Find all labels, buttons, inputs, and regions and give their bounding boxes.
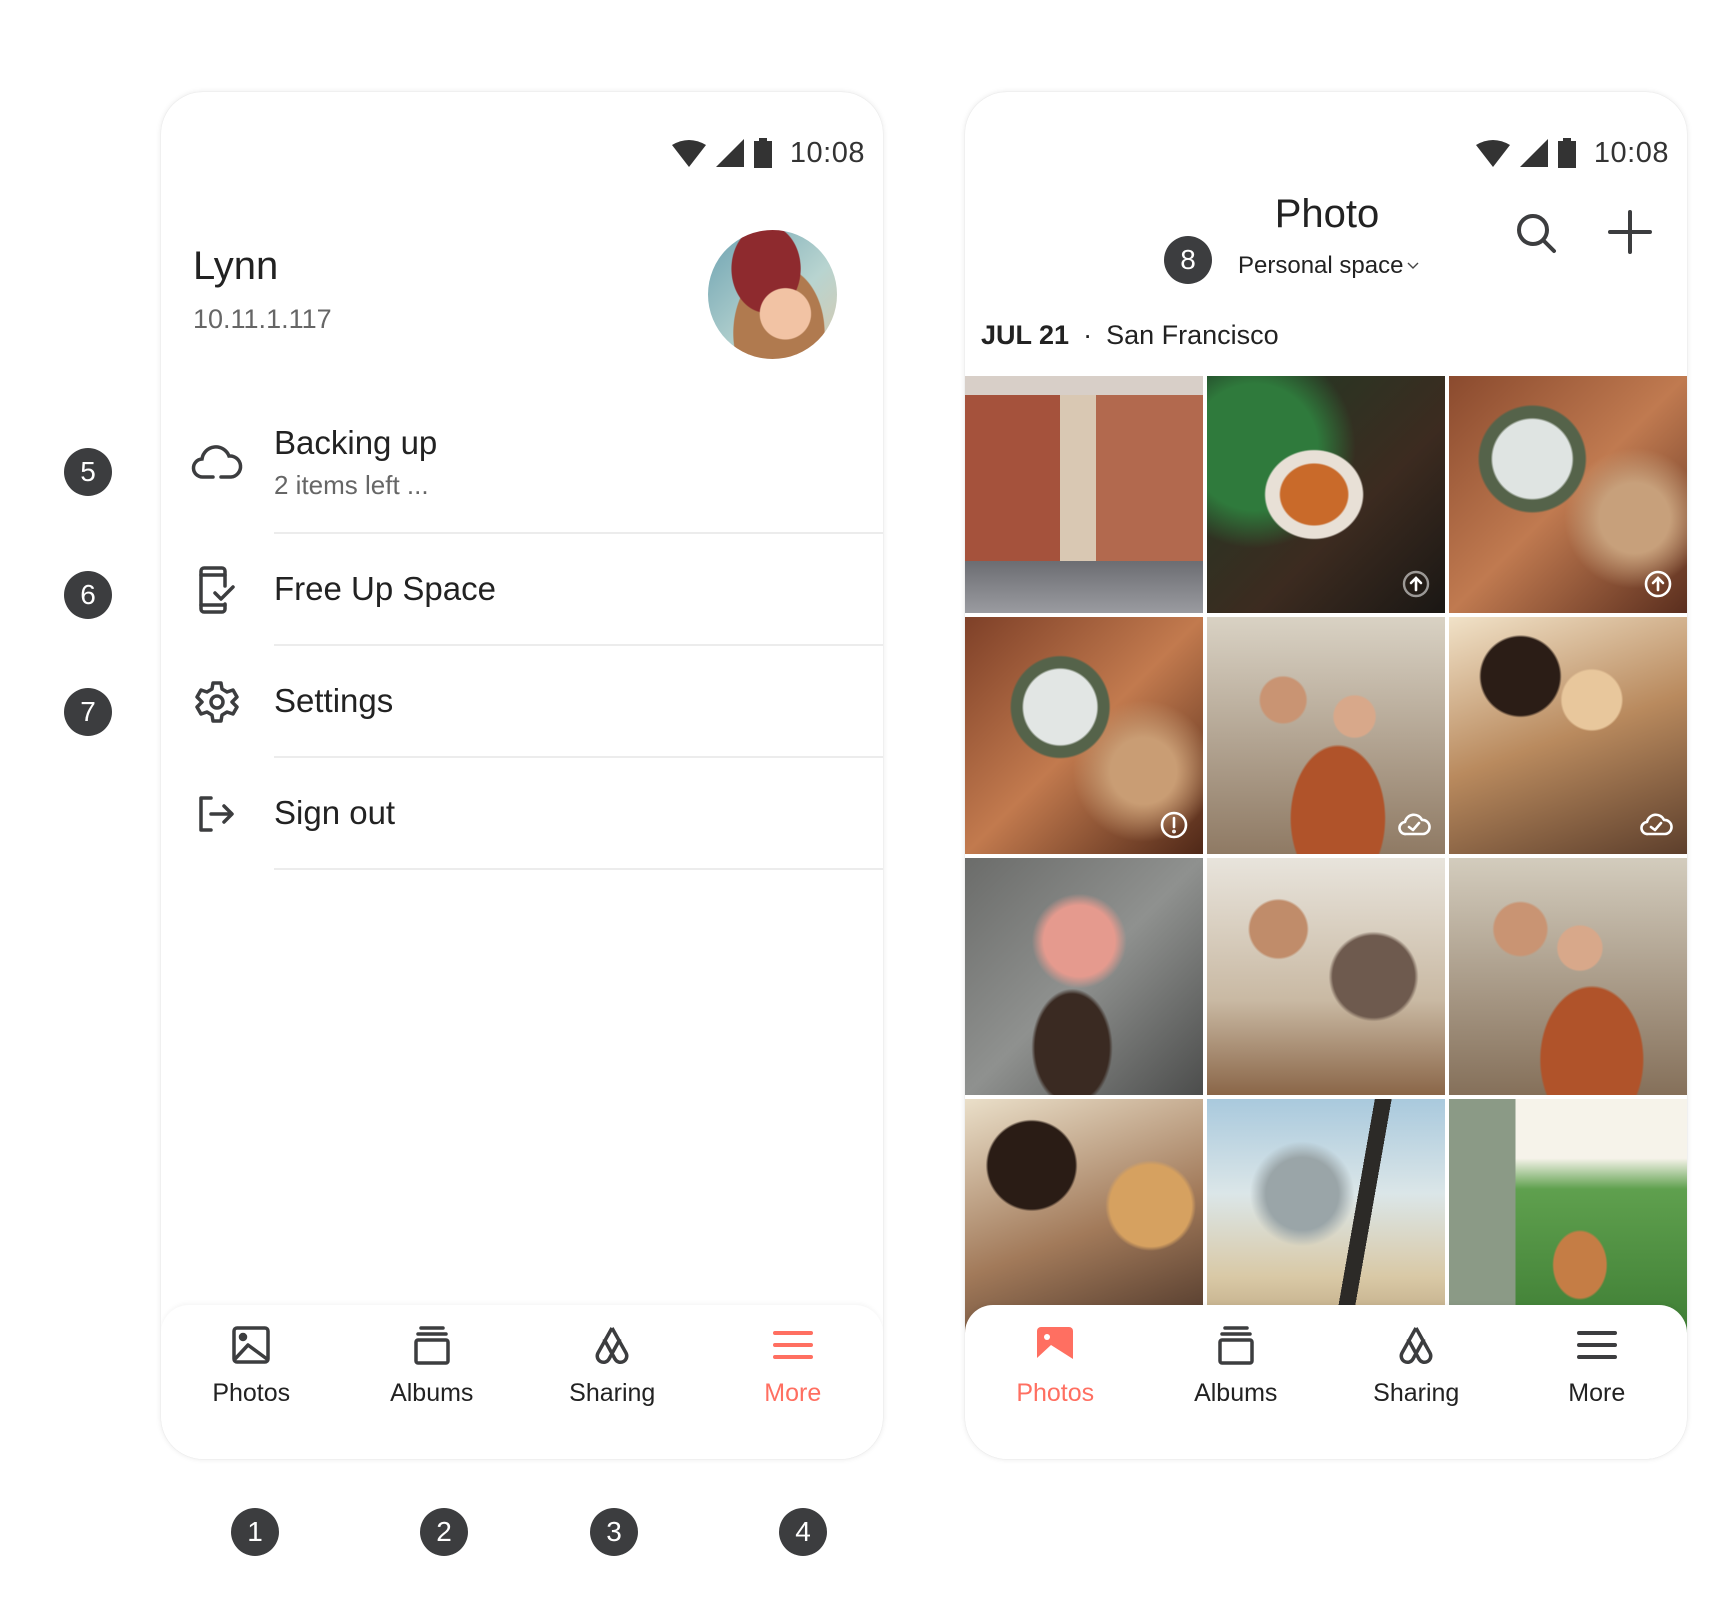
nav-label: More — [1568, 1379, 1626, 1407]
search-icon[interactable] — [1513, 210, 1561, 258]
menu-item-free-up-space[interactable]: Free Up Space — [161, 534, 883, 646]
cloud-check-icon — [1640, 813, 1673, 836]
albums-icon — [410, 1323, 454, 1367]
menu-item-backing-up[interactable]: Backing up 2 items left ... — [161, 392, 883, 534]
sign-out-icon — [191, 788, 243, 840]
status-time: 10:08 — [789, 136, 865, 169]
status-bar: 10:08 — [1475, 136, 1669, 170]
signal-icon — [1519, 139, 1548, 167]
nav-label: Photos — [212, 1379, 291, 1407]
photo-icon — [1033, 1323, 1077, 1367]
annotation-marker-2: 2 — [420, 1508, 468, 1556]
menu-label: Sign out — [274, 794, 396, 831]
date-header-date: JUL 21 — [981, 320, 1070, 350]
nav-photos[interactable]: Photos — [965, 1305, 1146, 1459]
wifi-icon — [671, 140, 706, 167]
gear-icon — [191, 676, 243, 728]
battery-icon — [753, 138, 772, 168]
phone-check-icon — [191, 564, 243, 616]
annotation-marker-8: 8 — [1164, 236, 1212, 284]
photo-thumbnail[interactable] — [1449, 376, 1687, 613]
avatar[interactable] — [708, 230, 837, 359]
date-header-separator: · — [1083, 320, 1093, 350]
profile-address: 10.11.1.117 — [193, 304, 332, 334]
photo-thumbnail[interactable] — [1207, 617, 1445, 854]
nav-label: Sharing — [569, 1379, 656, 1407]
uploading-icon — [1160, 570, 1188, 598]
nav-label: Albums — [390, 1379, 474, 1407]
annotation-marker-7: 7 — [64, 688, 112, 736]
annotation-marker-5: 5 — [64, 448, 112, 496]
albums-icon — [1214, 1323, 1258, 1367]
annotation-marker-6: 6 — [64, 571, 112, 619]
nav-albums[interactable]: Albums — [1146, 1305, 1327, 1459]
bottom-nav: Photos Albums Sharing More — [965, 1305, 1687, 1459]
sharing-icon — [1394, 1323, 1438, 1367]
photo-thumbnail[interactable] — [1207, 1099, 1445, 1336]
photo-thumbnail[interactable] — [965, 617, 1203, 854]
more-menu: Backing up 2 items left ... Free Up Spac… — [161, 392, 883, 870]
status-bar: 10:08 — [671, 136, 865, 170]
cloud-icon — [191, 437, 243, 489]
profile-name: Lynn — [193, 244, 279, 288]
error-icon — [1160, 811, 1188, 839]
cloud-check-icon — [1398, 813, 1431, 836]
photo-thumbnail[interactable] — [1207, 376, 1445, 613]
photo-thumbnail[interactable] — [1207, 858, 1445, 1095]
annotation-marker-4: 4 — [779, 1508, 827, 1556]
nav-sharing[interactable]: Sharing — [1326, 1305, 1507, 1459]
photo-thumbnail[interactable] — [965, 1099, 1203, 1336]
photo-icon — [229, 1323, 273, 1367]
nav-label: More — [764, 1379, 822, 1407]
date-header: JUL 21 · San Francisco — [981, 320, 1279, 351]
menu-icon — [771, 1323, 815, 1367]
nav-more[interactable]: More — [1507, 1305, 1688, 1459]
annotation-marker-3: 3 — [590, 1508, 638, 1556]
signal-icon — [715, 139, 744, 167]
nav-sharing[interactable]: Sharing — [522, 1305, 703, 1459]
menu-icon — [1575, 1323, 1619, 1367]
wifi-icon — [1475, 140, 1510, 167]
battery-icon — [1557, 138, 1576, 168]
menu-label: Settings — [274, 682, 394, 719]
photo-thumbnail[interactable] — [1449, 617, 1687, 854]
menu-item-sign-out[interactable]: Sign out — [161, 758, 883, 870]
page-title-text: Photo — [1274, 192, 1380, 236]
nav-more[interactable]: More — [703, 1305, 884, 1459]
photos-screen: 10:08 Photo Personal space JUL 21 · San … — [965, 92, 1687, 1459]
more-screen: 10:08 Lynn 10.11.1.117 Backing up 2 item… — [161, 92, 883, 1459]
menu-label: Free Up Space — [274, 570, 496, 607]
nav-label: Albums — [1194, 1379, 1278, 1407]
menu-sublabel: 2 items left ... — [274, 469, 429, 500]
annotation-marker-1: 1 — [231, 1508, 279, 1556]
chevron-down-icon — [1407, 262, 1419, 269]
photo-grid — [965, 376, 1687, 1336]
add-icon[interactable] — [1606, 208, 1654, 256]
page-title: Photo — [965, 192, 1687, 237]
photo-thumbnail[interactable] — [1449, 858, 1687, 1095]
nav-photos[interactable]: Photos — [161, 1305, 342, 1459]
sharing-icon — [590, 1323, 634, 1367]
nav-albums[interactable]: Albums — [342, 1305, 523, 1459]
menu-label: Backing up — [274, 423, 438, 461]
photo-thumbnail[interactable] — [1449, 1099, 1687, 1336]
photo-thumbnail[interactable] — [965, 376, 1203, 613]
date-header-location: San Francisco — [1106, 320, 1279, 350]
space-selector-label: Personal space — [1238, 252, 1404, 279]
nav-label: Photos — [1016, 1379, 1095, 1407]
photo-thumbnail[interactable] — [965, 858, 1203, 1095]
upload-pending-icon — [1402, 570, 1430, 598]
upload-icon — [1644, 570, 1672, 598]
nav-label: Sharing — [1373, 1379, 1460, 1407]
space-selector[interactable]: Personal space — [1238, 252, 1419, 280]
bottom-nav: Photos Albums Sharing More — [161, 1305, 883, 1459]
menu-item-settings[interactable]: Settings — [161, 646, 883, 758]
status-time: 10:08 — [1593, 136, 1669, 169]
